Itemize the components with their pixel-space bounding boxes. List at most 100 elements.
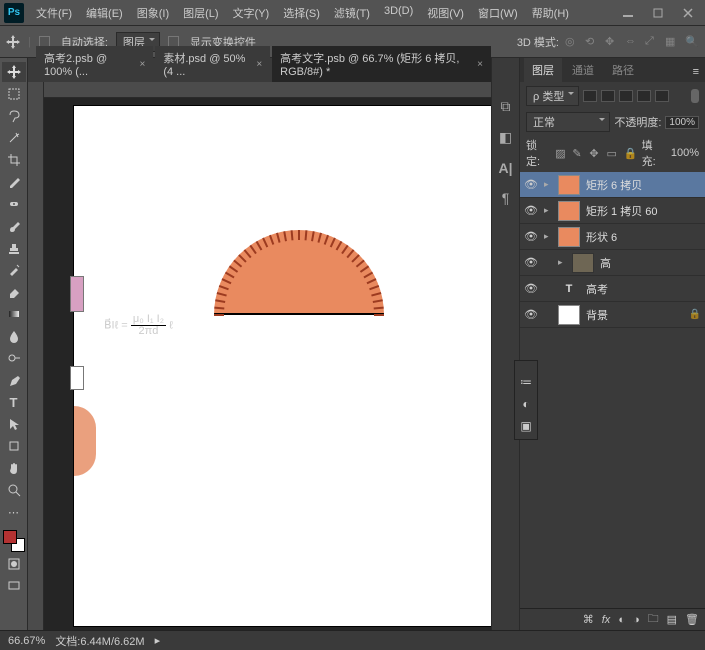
visibility-icon[interactable]: 👁: [524, 256, 538, 269]
workspace-icon[interactable]: ▦: [665, 35, 679, 49]
3d-zoom-icon[interactable]: ⤢: [645, 35, 659, 49]
close-icon[interactable]: ×: [477, 59, 483, 70]
fill-value[interactable]: 100%: [671, 147, 699, 159]
gradient-tool[interactable]: [2, 304, 26, 324]
menu-layer[interactable]: 图层(L): [177, 2, 224, 24]
history-panel-icon[interactable]: ⧉: [501, 98, 511, 115]
expand-icon[interactable]: ▸: [544, 179, 552, 190]
expand-icon[interactable]: ▸: [544, 205, 552, 216]
opacity-value[interactable]: 100%: [665, 116, 699, 129]
3d-orbit-icon[interactable]: ◎: [565, 35, 579, 49]
move-tool[interactable]: [2, 62, 26, 82]
3d-slide-icon[interactable]: ⇔: [625, 35, 639, 49]
doc-tab-0[interactable]: 高考2.psb @ 100% (...×: [36, 46, 153, 82]
link-layers-icon[interactable]: ⌘: [583, 613, 594, 626]
screen-mode-icon[interactable]: [2, 576, 26, 596]
menu-help[interactable]: 帮助(H): [526, 2, 575, 24]
layer-row[interactable]: 👁 ▸ 形状 6: [520, 224, 705, 250]
menu-3d[interactable]: 3D(D): [378, 2, 419, 24]
dodge-tool[interactable]: [2, 348, 26, 368]
channels-tab[interactable]: 通道: [564, 58, 602, 82]
filter-smart-icon[interactable]: [655, 90, 669, 102]
minimize-icon[interactable]: [615, 4, 641, 22]
canvas[interactable]: B⃗Iℓ = μ₀ I₁ I₂ 2πd ℓ: [74, 106, 491, 626]
layer-name[interactable]: 矩形 1 拷贝 60: [586, 203, 658, 219]
doc-tab-1[interactable]: 素材.psd @ 50% (4 ...×: [155, 46, 270, 82]
delete-layer-icon[interactable]: 🗑: [685, 613, 699, 626]
mask-icon[interactable]: ◐: [522, 397, 529, 411]
eyedropper-tool[interactable]: [2, 172, 26, 192]
new-layer-icon[interactable]: ▤: [667, 613, 677, 626]
group-icon[interactable]: 🗀: [648, 610, 659, 629]
type-tool[interactable]: T: [2, 392, 26, 412]
align-icon[interactable]: ≔: [520, 375, 532, 389]
menu-filter[interactable]: 滤镜(T): [328, 2, 376, 24]
hand-tool[interactable]: [2, 458, 26, 478]
visibility-icon[interactable]: 👁: [524, 178, 538, 191]
brush-tool[interactable]: [2, 216, 26, 236]
lasso-tool[interactable]: [2, 106, 26, 126]
layer-fx-icon[interactable]: fx: [602, 614, 611, 626]
eraser-tool[interactable]: [2, 282, 26, 302]
layer-row[interactable]: 👁▸矩形 6 拷贝: [520, 172, 705, 198]
doc-info[interactable]: 文档:6.44M/6.62M: [55, 633, 144, 649]
blur-tool[interactable]: [2, 326, 26, 346]
zoom-tool[interactable]: [2, 480, 26, 500]
filter-pixel-icon[interactable]: [583, 90, 597, 102]
visibility-icon[interactable]: 👁: [524, 230, 538, 243]
visibility-icon[interactable]: 👁: [524, 282, 538, 295]
protractor-shape[interactable]: [214, 230, 384, 315]
zoom-level[interactable]: 66.67%: [8, 635, 45, 647]
layer-row[interactable]: 👁背景🔒: [520, 302, 705, 328]
layer-filter-kind[interactable]: ρ 类型: [526, 86, 579, 106]
close-icon[interactable]: ×: [140, 59, 146, 70]
menu-select[interactable]: 选择(S): [277, 2, 326, 24]
shape-slot-white[interactable]: [70, 366, 84, 390]
character-panel-icon[interactable]: A|: [498, 160, 512, 176]
menu-type[interactable]: 文字(Y): [227, 2, 276, 24]
paragraph-panel-icon[interactable]: ¶: [502, 190, 510, 206]
maximize-icon[interactable]: [645, 4, 671, 22]
shape-tool[interactable]: [2, 436, 26, 456]
filter-type-icon[interactable]: [619, 90, 633, 102]
visibility-icon[interactable]: 👁: [524, 204, 538, 217]
close-icon[interactable]: ×: [256, 59, 262, 70]
path-select-tool[interactable]: [2, 414, 26, 434]
properties-panel-icon[interactable]: ◧: [499, 129, 512, 146]
layers-tab[interactable]: 图层: [524, 58, 562, 82]
expand-icon[interactable]: ▸: [544, 231, 552, 242]
close-icon[interactable]: [675, 4, 701, 22]
lock-position-icon[interactable]: ✥: [589, 147, 600, 159]
edit-toolbar[interactable]: ⋯: [2, 502, 26, 522]
layer-row[interactable]: 👁▸高: [520, 250, 705, 276]
filter-toggle[interactable]: [691, 89, 699, 103]
menu-image[interactable]: 图象(I): [131, 2, 175, 24]
three-d-icon[interactable]: ▣: [520, 419, 531, 433]
layer-name[interactable]: 高考: [586, 281, 608, 297]
menu-edit[interactable]: 编辑(E): [80, 2, 129, 24]
blend-mode-dropdown[interactable]: 正常: [526, 112, 610, 132]
history-brush-tool[interactable]: [2, 260, 26, 280]
heal-tool[interactable]: [2, 194, 26, 214]
3d-roll-icon[interactable]: ⟲: [585, 35, 599, 49]
menu-window[interactable]: 窗口(W): [472, 2, 524, 24]
quick-mask-icon[interactable]: [2, 554, 26, 574]
layer-name[interactable]: 形状 6: [586, 229, 617, 245]
lock-transparent-icon[interactable]: ▨: [555, 147, 566, 159]
lock-brush-icon[interactable]: ✎: [572, 147, 583, 159]
layer-row[interactable]: 👁T高考: [520, 276, 705, 302]
crop-tool[interactable]: [2, 150, 26, 170]
panel-menu-icon[interactable]: ≡: [687, 62, 705, 82]
wand-tool[interactable]: [2, 128, 26, 148]
layer-mask-icon[interactable]: ◐: [618, 614, 625, 626]
adjustment-layer-icon[interactable]: ◑: [633, 614, 640, 626]
layer-name[interactable]: 背景: [586, 307, 608, 323]
floating-panel[interactable]: ≔ ◐ ▣: [514, 360, 538, 440]
doc-tab-2[interactable]: 高考文字.psb @ 66.7% (矩形 6 拷贝, RGB/8#) *×: [272, 46, 491, 82]
layer-row[interactable]: 👁 ▸ 矩形 1 拷贝 60: [520, 198, 705, 224]
3d-pan-icon[interactable]: ✥: [605, 35, 619, 49]
pen-tool[interactable]: [2, 370, 26, 390]
filter-shape-icon[interactable]: [637, 90, 651, 102]
menu-view[interactable]: 视图(V): [421, 2, 470, 24]
status-arrow-icon[interactable]: ▸: [155, 634, 161, 647]
